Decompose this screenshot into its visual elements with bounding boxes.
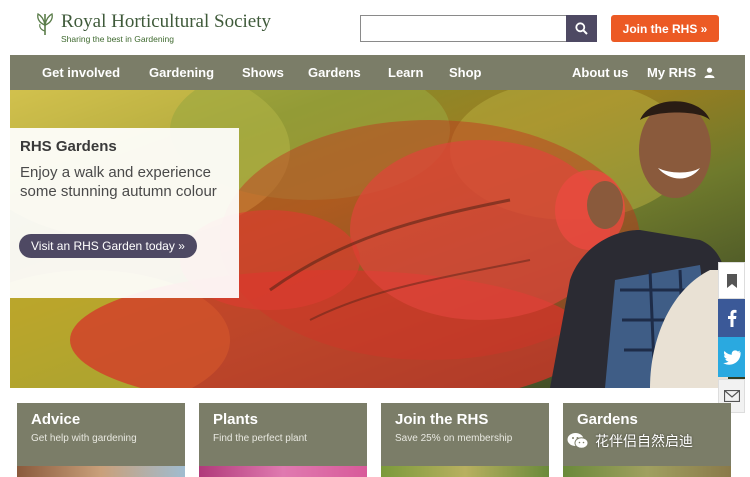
rhs-logo[interactable]: Royal Horticultural Society Sharing the … [34, 11, 271, 44]
nav-item-get-involved[interactable]: Get involved [42, 55, 120, 90]
hero-title: RHS Gardens [20, 138, 117, 155]
card-subtitle: Get help with gardening [31, 433, 137, 444]
search-icon [575, 22, 588, 35]
logo-tagline: Sharing the best in Gardening [61, 34, 174, 44]
nav-item-about-us[interactable]: About us [572, 55, 628, 90]
main-nav: Get involved Gardening Shows Gardens Lea… [10, 55, 745, 90]
nav-item-learn[interactable]: Learn [388, 55, 423, 90]
card-image [17, 466, 185, 477]
facebook-icon [727, 309, 736, 327]
rhs-emblem-icon [37, 13, 53, 36]
card-image [381, 466, 549, 477]
card-title: Advice [31, 411, 81, 428]
nav-item-gardening[interactable]: Gardening [149, 55, 214, 90]
search-input[interactable] [361, 16, 567, 41]
card-join-rhs[interactable]: Join the RHS Save 25% on membership [381, 403, 549, 477]
logo-title: Royal Horticultural Society [61, 11, 272, 32]
card-image [199, 466, 367, 477]
watermark-text: 花伴侣自然启迪 [595, 434, 693, 450]
card-title: Join the RHS [395, 411, 489, 428]
user-icon [704, 67, 715, 78]
join-rhs-button[interactable]: Join the RHS » [611, 15, 719, 42]
nav-item-my-rhs-label: My RHS [647, 65, 697, 80]
card-subtitle: Find the perfect plant [213, 433, 307, 444]
nav-item-my-rhs[interactable]: My RHS [647, 55, 715, 90]
bookmark-button[interactable] [718, 262, 745, 299]
wechat-icon [567, 433, 589, 449]
card-title: Plants [213, 411, 259, 428]
nav-item-gardens[interactable]: Gardens [308, 55, 361, 90]
search-button[interactable] [566, 15, 597, 42]
bookmark-icon [726, 273, 737, 288]
card-image [563, 466, 731, 477]
card-advice[interactable]: Advice Get help with gardening [17, 403, 185, 477]
twitter-share-button[interactable] [718, 337, 745, 377]
search-box [360, 15, 597, 42]
facebook-share-button[interactable] [718, 299, 745, 337]
hero-card: RHS Gardens Enjoy a walk and experience … [10, 128, 239, 298]
card-subtitle: Save 25% on membership [395, 433, 513, 444]
visit-garden-button[interactable]: Visit an RHS Garden today » [19, 234, 197, 258]
card-title: Gardens [577, 411, 638, 428]
nav-item-shows[interactable]: Shows [242, 55, 284, 90]
nav-item-shop[interactable]: Shop [449, 55, 482, 90]
mail-icon [723, 390, 740, 402]
hero-banner[interactable]: RHS Gardens Enjoy a walk and experience … [10, 90, 745, 388]
twitter-icon [722, 349, 741, 365]
site-header: Royal Horticultural Society Sharing the … [0, 0, 750, 54]
card-plants[interactable]: Plants Find the perfect plant [199, 403, 367, 477]
wechat-watermark: 花伴侣自然启迪 [567, 431, 693, 451]
hero-body: Enjoy a walk and experience some stunnin… [20, 164, 217, 200]
